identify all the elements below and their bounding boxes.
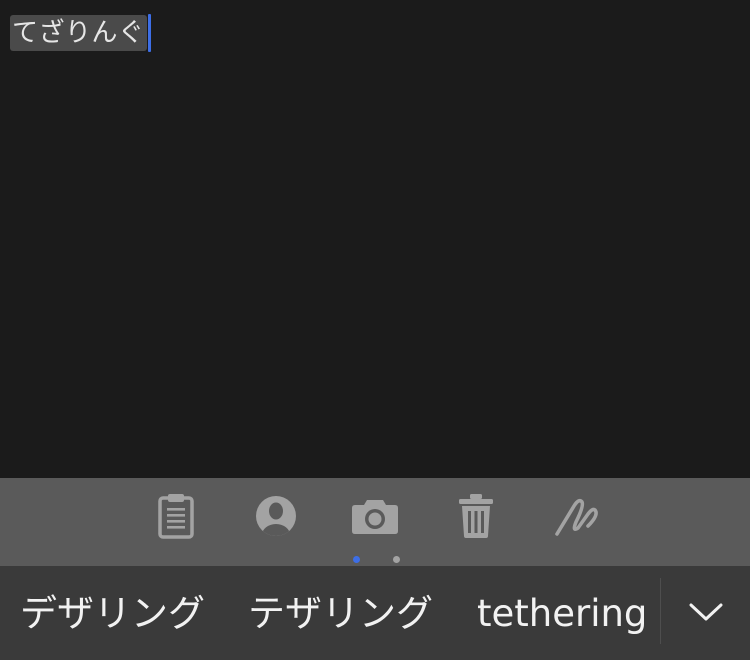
- page-dot: [393, 556, 400, 563]
- contact-button[interactable]: [252, 492, 300, 540]
- keyboard-toolbar: [0, 478, 750, 566]
- candidate-divider: [660, 578, 661, 644]
- contact-icon: [254, 494, 298, 538]
- candidate-item[interactable]: tethering: [477, 592, 647, 636]
- candidate-item[interactable]: デザリング: [20, 592, 205, 636]
- candidate-item[interactable]: テザリング: [248, 592, 433, 636]
- text-editor[interactable]: てざりんぐ: [0, 0, 750, 478]
- page-indicator: [0, 556, 750, 564]
- camera-icon: [351, 496, 399, 536]
- page-dot-active: [353, 556, 360, 563]
- handwriting-icon: [552, 492, 600, 540]
- handwriting-button[interactable]: [552, 492, 600, 540]
- chevron-down-icon: [689, 602, 723, 626]
- expand-candidates-button[interactable]: [682, 590, 730, 638]
- trash-icon: [458, 493, 494, 539]
- camera-button[interactable]: [351, 492, 399, 540]
- composing-text[interactable]: てざりんぐ: [10, 15, 147, 51]
- clipboard-icon: [156, 493, 196, 539]
- screen: てざりんぐ デザリング テザリング tethering: [0, 0, 750, 660]
- delete-button[interactable]: [452, 492, 500, 540]
- candidate-bar: デザリング テザリング tethering: [0, 566, 750, 660]
- clipboard-button[interactable]: [152, 492, 200, 540]
- text-cursor: [148, 14, 151, 52]
